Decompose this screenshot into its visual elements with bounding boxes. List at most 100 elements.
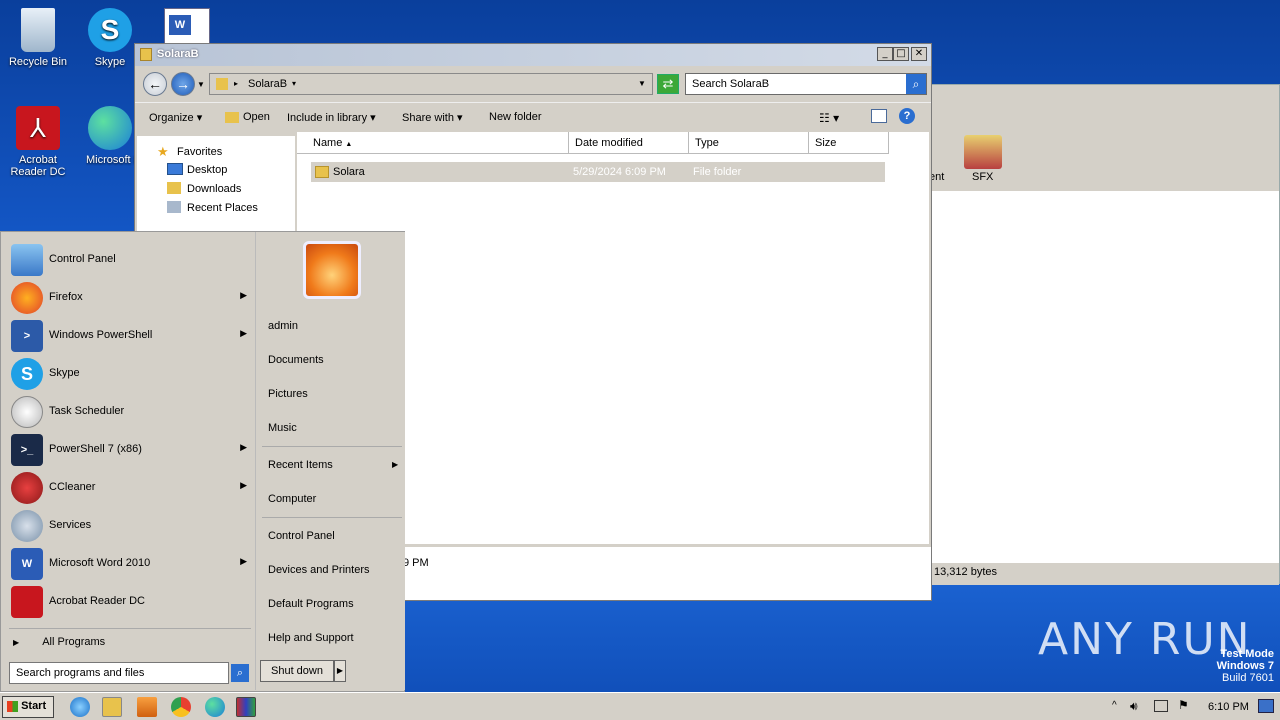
skype-icon: S <box>88 8 132 52</box>
open-button[interactable]: Open <box>225 111 270 123</box>
program-word-2010[interactable]: W Microsoft Word 2010 ▶ <box>9 546 253 582</box>
preview-pane-icon[interactable] <box>871 109 887 123</box>
gear-icon <box>11 510 43 542</box>
test-mode-label: Test Mode Windows 7 Build 7601 <box>1216 648 1274 684</box>
program-windows-powershell[interactable]: > Windows PowerShell ▶ <box>9 318 253 354</box>
chrome-icon[interactable] <box>171 697 191 717</box>
clock[interactable]: 6:10 PM <box>1208 701 1249 713</box>
action-center-flag-icon[interactable]: ⚑ <box>1178 698 1189 712</box>
search-icon[interactable]: ⌕ <box>231 664 249 682</box>
explorer-taskbar-icon[interactable] <box>102 697 122 717</box>
search-icon[interactable]: ⌕ <box>906 74 926 94</box>
start-button[interactable]: Start <box>2 696 54 718</box>
background-window-titlebar <box>926 85 1279 107</box>
background-window[interactable]: ent SFX 13,312 bytes <box>925 84 1280 585</box>
maximize-button[interactable]: □ <box>893 47 909 61</box>
folder-icon <box>315 166 329 178</box>
status-bar: 13,312 bytes <box>926 563 1279 585</box>
address-dropdown-icon[interactable]: ▼ <box>638 79 646 88</box>
separator <box>262 446 402 447</box>
word-document-icon[interactable]: W <box>164 8 210 44</box>
start-item-pictures[interactable]: Pictures <box>268 388 308 400</box>
start-item-help[interactable]: Help and Support <box>268 632 354 644</box>
volume-icon[interactable]: 🔊︎ <box>1130 699 1138 714</box>
history-dropdown-icon[interactable]: ▼ <box>197 80 205 89</box>
start-item-admin[interactable]: admin <box>268 320 298 332</box>
firefox-icon <box>11 282 43 314</box>
powershell-7-icon: >_ <box>11 434 43 466</box>
separator <box>262 517 402 518</box>
column-header-type[interactable]: Type <box>689 132 809 154</box>
program-firefox[interactable]: Firefox ▶ <box>9 280 253 316</box>
program-control-panel[interactable]: Control Panel <box>9 242 253 278</box>
shutdown-options-button[interactable]: ▶ <box>334 660 346 682</box>
recent-places-icon <box>167 201 181 213</box>
breadcrumb-dropdown-icon[interactable]: ▾ <box>292 79 296 88</box>
nav-recent-places[interactable]: Recent Places <box>187 202 258 214</box>
nav-desktop[interactable]: Desktop <box>187 164 227 176</box>
close-button[interactable]: ✕ <box>911 47 927 61</box>
back-button[interactable]: ← <box>143 72 167 96</box>
internet-explorer-icon[interactable] <box>70 697 90 717</box>
winrar-taskbar-icon[interactable] <box>236 697 256 717</box>
word-icon: W <box>11 548 43 580</box>
skype-icon: S <box>11 358 43 390</box>
address-field[interactable]: ▸ SolaraB ▾ ▼ <box>209 73 653 95</box>
folder-icon <box>216 78 228 90</box>
new-folder-button[interactable]: New folder <box>489 111 542 123</box>
tray-expand-icon[interactable]: ^ <box>1112 700 1117 711</box>
program-services[interactable]: Services <box>9 508 253 544</box>
edge-taskbar-icon[interactable] <box>205 697 225 717</box>
submenu-arrow-icon: ▶ <box>240 442 247 452</box>
desktop-icon <box>167 163 183 175</box>
refresh-icon[interactable]: ⇄ <box>657 74 679 94</box>
desktop-icon-acrobat[interactable]: ⅄ Acrobat Reader DC <box>0 106 76 178</box>
nav-favorites[interactable]: Favorites <box>177 146 222 158</box>
shutdown-button[interactable]: Shut down <box>260 660 334 682</box>
desktop-icon-recycle-bin[interactable]: Recycle Bin <box>0 8 76 68</box>
user-avatar[interactable] <box>303 241 361 299</box>
details-text: 9 PM <box>403 557 429 569</box>
start-item-music[interactable]: Music <box>268 422 297 434</box>
program-acrobat[interactable]: Acrobat Reader DC <box>9 584 253 620</box>
network-icon[interactable] <box>1154 700 1168 712</box>
breadcrumb-item[interactable]: SolaraB <box>248 78 287 90</box>
view-options-icon[interactable]: ☷ ▾ <box>819 111 839 125</box>
help-icon[interactable]: ? <box>899 108 915 124</box>
windows-logo-icon <box>7 700 18 712</box>
media-player-icon[interactable] <box>137 697 157 717</box>
nav-downloads[interactable]: Downloads <box>187 183 241 195</box>
title-bar[interactable]: SolaraB _ □ ✕ <box>135 44 931 66</box>
program-ccleaner[interactable]: CCleaner ▶ <box>9 470 253 506</box>
breadcrumb-arrow-icon[interactable]: ▸ <box>234 79 238 88</box>
start-item-computer[interactable]: Computer <box>268 493 316 505</box>
file-date: 5/29/2024 6:09 PM <box>573 166 666 178</box>
desktop-icon-label: Acrobat Reader DC <box>10 154 66 178</box>
start-item-documents[interactable]: Documents <box>268 354 324 366</box>
acrobat-icon <box>11 586 43 618</box>
include-library-button[interactable]: Include in library ▾ <box>287 111 376 124</box>
forward-button[interactable]: → <box>171 72 195 96</box>
start-item-default-programs[interactable]: Default Programs <box>268 598 354 610</box>
start-menu: Control Panel Firefox ▶ > Windows PowerShe… <box>0 231 405 692</box>
program-powershell-7[interactable]: >_ PowerShell 7 (x86) ▶ <box>9 432 253 468</box>
all-programs-button[interactable]: ▶ All Programs <box>13 636 249 652</box>
program-skype[interactable]: S Skype <box>9 356 253 392</box>
start-item-recent[interactable]: Recent Items <box>268 459 333 471</box>
minimize-button[interactable]: _ <box>877 47 893 61</box>
start-item-control-panel[interactable]: Control Panel <box>268 530 335 542</box>
table-row[interactable]: Solara 5/29/2024 6:09 PM File folder <box>311 162 885 182</box>
share-with-button[interactable]: Share with ▾ <box>402 111 463 124</box>
column-header-name[interactable]: Name ▲ <box>297 132 569 154</box>
recycle-bin-icon <box>21 8 55 52</box>
show-desktop-icon[interactable] <box>1258 699 1274 713</box>
search-input[interactable]: Search SolaraB ⌕ <box>685 73 927 95</box>
start-search-input[interactable]: Search programs and files <box>9 662 229 684</box>
start-item-devices[interactable]: Devices and Printers <box>268 564 370 576</box>
toolbar-item-sfx[interactable]: SFX <box>972 171 993 183</box>
organize-button[interactable]: Organize ▾ <box>149 111 202 124</box>
column-header-size[interactable]: Size <box>809 132 889 154</box>
status-text: 13,312 bytes <box>934 566 997 578</box>
column-header-date[interactable]: Date modified <box>569 132 689 154</box>
program-task-scheduler[interactable]: Task Scheduler <box>9 394 253 430</box>
